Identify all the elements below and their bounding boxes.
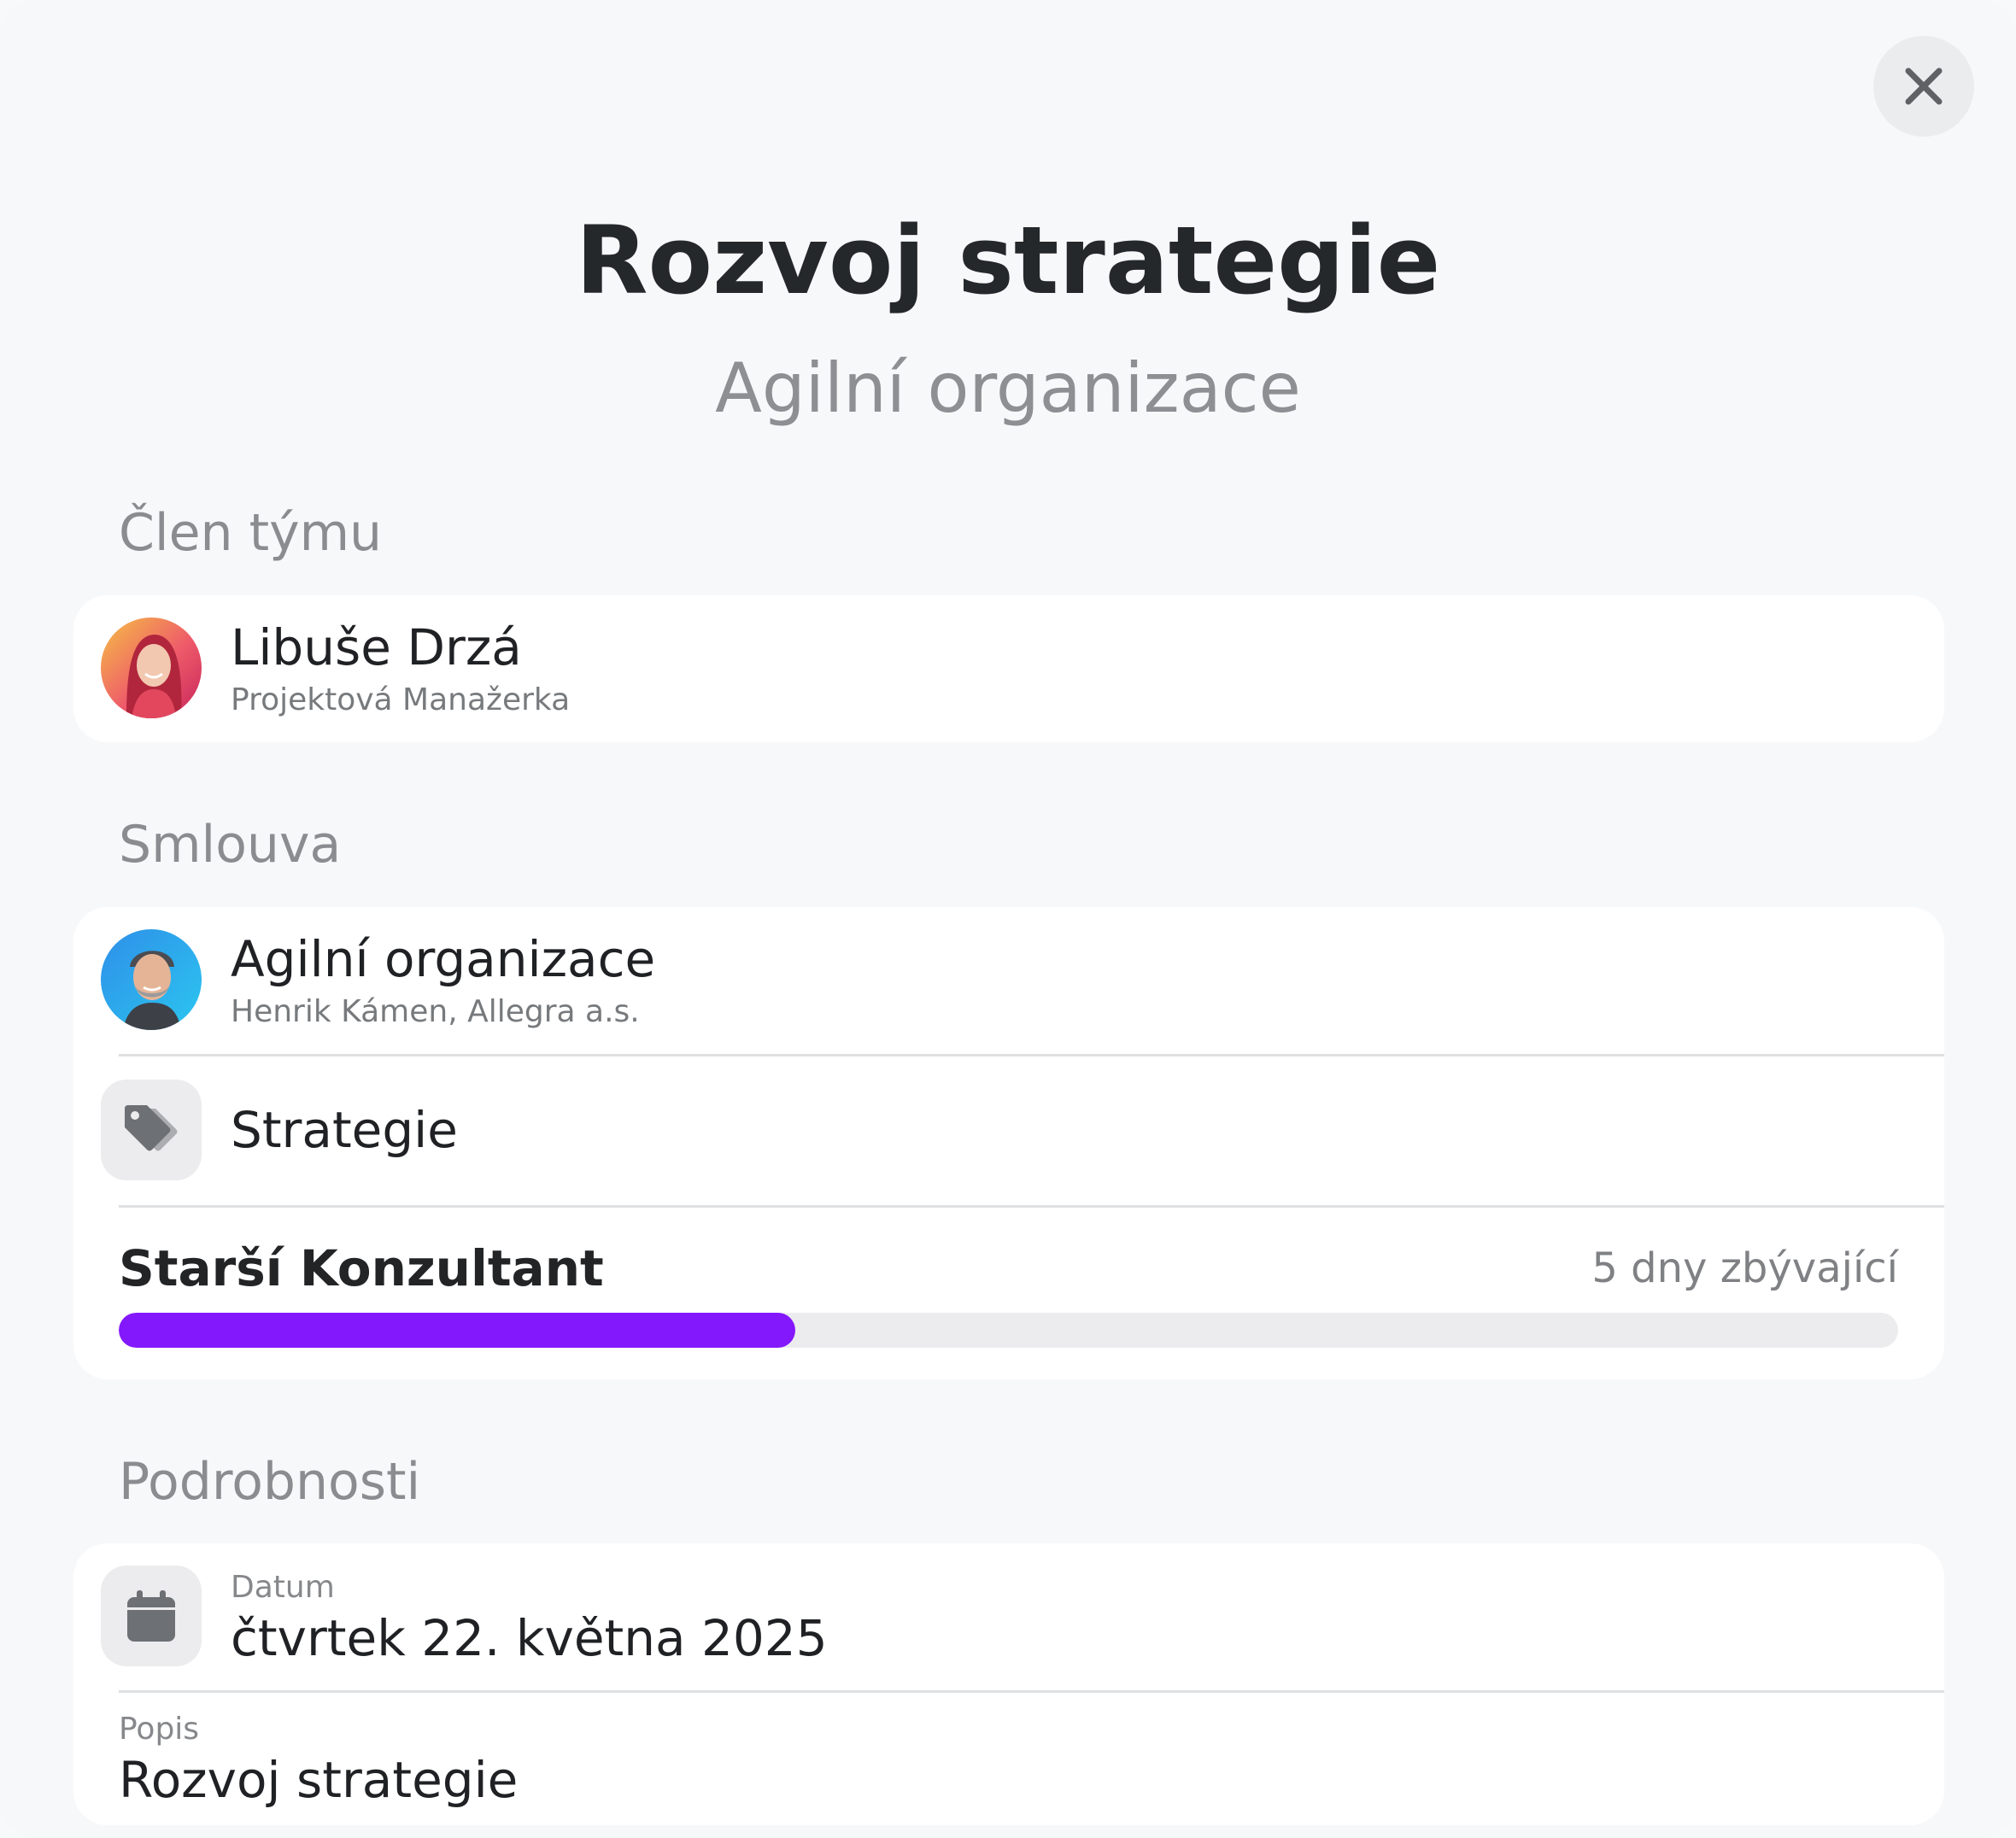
- date-value: čtvrtek 22. května 2025: [231, 1609, 828, 1667]
- team-member-card[interactable]: Libuše Drzá Projektová Manažerka: [73, 595, 1944, 742]
- close-button[interactable]: [1873, 36, 1974, 137]
- tag-icon-box: [101, 1080, 202, 1180]
- calendar-icon-box: [101, 1566, 202, 1666]
- divider: [119, 1690, 1944, 1693]
- description-label: Popis: [119, 1712, 200, 1747]
- team-member-name: Libuše Drzá: [231, 618, 522, 676]
- section-label-contract: Smlouva: [119, 815, 342, 875]
- remaining-days: 5 dny zbývající: [1591, 1244, 1898, 1292]
- section-label-team-member: Člen týmu: [119, 503, 383, 563]
- date-label: Datum: [231, 1570, 335, 1605]
- divider: [119, 1054, 1944, 1057]
- description-value: Rozvoj strategie: [119, 1751, 519, 1809]
- details-card: Datum čtvrtek 22. května 2025 Popis Rozv…: [73, 1543, 1944, 1825]
- contract-progress-bar: [119, 1313, 1898, 1348]
- tag-icon: [125, 1105, 178, 1151]
- divider: [119, 1205, 1944, 1208]
- avatar: [101, 929, 202, 1030]
- contract-client: Henrik Kámen, Allegra a.s.: [231, 994, 640, 1029]
- contract-name: Agilní organizace: [231, 930, 656, 988]
- avatar: [101, 618, 202, 718]
- event-detail-modal: Rozvoj strategie Agilní organizace Člen …: [0, 0, 2016, 1838]
- page-title: Rozvoj strategie: [575, 206, 1441, 315]
- contract-card: Agilní organizace Henrik Kámen, Allegra …: [73, 907, 1944, 1379]
- contract-position: Starší Konzultant: [119, 1239, 604, 1297]
- calendar-icon: [127, 1590, 175, 1642]
- page-subtitle: Agilní organizace: [715, 348, 1301, 428]
- contract-tag: Strategie: [231, 1101, 458, 1159]
- close-icon: [1905, 67, 1943, 105]
- section-label-details: Podrobnosti: [119, 1452, 421, 1512]
- team-member-role: Projektová Manažerka: [231, 682, 571, 717]
- progress-fill: [119, 1313, 795, 1348]
